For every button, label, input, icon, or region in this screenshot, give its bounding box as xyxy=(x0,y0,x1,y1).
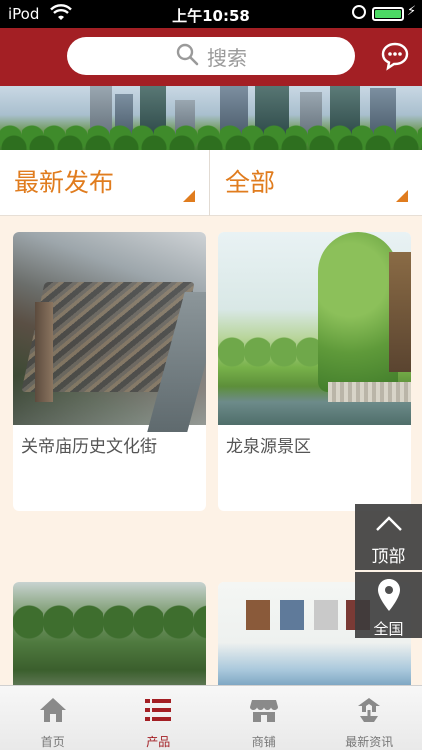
tab-shops[interactable]: 商铺 xyxy=(211,686,317,750)
app-header: 搜索 xyxy=(0,28,422,86)
nationwide-button[interactable]: 全国 xyxy=(355,572,422,638)
product-image xyxy=(13,232,206,432)
bottom-tab-bar: 首页 产品 商铺 最新资讯 xyxy=(0,685,422,750)
product-title: 龙泉源景区 xyxy=(226,437,311,457)
product-card[interactable] xyxy=(13,582,206,692)
shop-icon xyxy=(249,696,279,728)
location-pin-icon xyxy=(376,578,402,616)
battery-icon xyxy=(372,7,404,21)
back-to-top-label: 顶部 xyxy=(371,547,406,567)
tab-news[interactable]: 最新资讯 xyxy=(317,686,422,750)
product-card[interactable]: 关帝庙历史文化街 xyxy=(13,232,206,511)
city-banner-image[interactable] xyxy=(0,86,422,150)
search-bar[interactable]: 搜索 xyxy=(67,37,355,75)
sort-dropdown[interactable]: 最新发布 xyxy=(0,150,210,216)
filter-bar: 最新发布 全部 xyxy=(0,150,422,216)
search-icon xyxy=(175,42,207,71)
tab-label: 商铺 xyxy=(251,735,276,749)
tab-label: 首页 xyxy=(40,735,65,749)
status-bar: iPod 上午10:58 ⚡ xyxy=(0,0,422,28)
product-card[interactable]: 龙泉源景区 xyxy=(218,232,411,511)
news-icon xyxy=(354,696,384,728)
orientation-lock-icon xyxy=(352,5,366,19)
chevron-up-icon xyxy=(375,514,403,536)
product-image xyxy=(13,582,206,692)
tab-products[interactable]: 产品 xyxy=(106,686,212,750)
dropdown-triangle-icon xyxy=(396,190,408,202)
nationwide-label: 全国 xyxy=(373,620,404,638)
message-icon[interactable] xyxy=(380,41,410,75)
dropdown-triangle-icon xyxy=(183,190,195,202)
list-icon xyxy=(144,696,172,728)
region-label: 全部 xyxy=(225,168,276,197)
product-title: 关帝庙历史文化街 xyxy=(21,437,157,457)
tab-home[interactable]: 首页 xyxy=(0,686,106,750)
home-icon xyxy=(38,696,68,728)
tab-label: 产品 xyxy=(146,735,171,749)
back-to-top-button[interactable]: 顶部 xyxy=(355,504,422,570)
sort-label: 最新发布 xyxy=(14,168,115,197)
charging-icon: ⚡ xyxy=(407,4,417,19)
search-placeholder: 搜索 xyxy=(207,45,247,70)
product-image xyxy=(218,232,411,425)
tab-label: 最新资讯 xyxy=(345,735,394,749)
region-dropdown[interactable]: 全部 xyxy=(211,150,422,216)
